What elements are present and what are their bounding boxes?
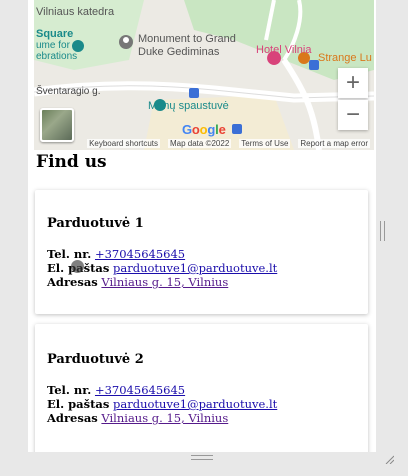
map-label-square-sub1: ume for	[36, 40, 70, 51]
google-logo: Google	[182, 122, 226, 137]
keyboard-shortcuts-link[interactable]: Keyboard shortcuts	[87, 138, 160, 148]
address-row: Adresas Vilniaus g. 15, Vilnius	[47, 411, 228, 425]
map-label-street: Šventaragio g.	[36, 86, 101, 97]
zoom-in-button[interactable]: +	[338, 68, 368, 98]
map-label-monument-1: Monument to Grand	[138, 33, 236, 45]
map-label-monument-2: Duke Gediminas	[138, 46, 220, 58]
store-card: Parduotuvė 2 Tel. nr. +37045645645 El. p…	[35, 324, 368, 452]
page-heading: Find us	[36, 152, 107, 172]
map-label-square: Square	[36, 28, 74, 40]
address-row: Adresas Vilniaus g. 15, Vilnius	[47, 275, 228, 289]
address-link[interactable]: Vilniaus g. 15, Vilnius	[101, 275, 228, 289]
vertical-resize-handle[interactable]	[380, 221, 385, 241]
address-label: Adresas	[47, 411, 98, 425]
resize-corner-icon[interactable]	[384, 454, 394, 464]
map-label-katedra: Vilniaus katedra	[36, 6, 115, 18]
store-title: Parduotuvė 1	[47, 216, 144, 231]
email-label: El. paštas	[47, 397, 110, 411]
map-label-spaustuve: Menų spaustuvė	[148, 100, 229, 112]
map-attribution-bar: Keyboard shortcuts Map data ©2022 Terms …	[34, 136, 374, 150]
email-row: El. paštas parduotuve1@parduotuve.lt	[47, 397, 277, 411]
zoom-out-button[interactable]: −	[338, 100, 368, 130]
phone-link[interactable]: +37045645645	[95, 383, 185, 397]
map-embed[interactable]: Vilniaus katedra Square ume for ebration…	[34, 0, 374, 150]
phone-label: Tel. nr.	[47, 383, 92, 397]
phone-link[interactable]: +37045645645	[95, 247, 185, 261]
map-label-strange: Strange Lu	[318, 52, 372, 64]
phone-label: Tel. nr.	[47, 247, 92, 261]
store-card: Parduotuvė 1 Tel. nr. +37045645645 El. p…	[35, 190, 368, 314]
phone-row: Tel. nr. +37045645645	[47, 247, 185, 261]
phone-row: Tel. nr. +37045645645	[47, 383, 185, 397]
address-label: Adresas	[47, 275, 98, 289]
content-frame: Vilniaus katedra Square ume for ebration…	[28, 0, 376, 452]
map-data-label: Map data ©2022	[168, 138, 232, 148]
email-link[interactable]: parduotuve1@parduotuve.lt	[113, 397, 277, 411]
horizontal-resize-handle[interactable]	[191, 455, 213, 460]
store-title: Parduotuvė 2	[47, 352, 144, 367]
report-map-error-link[interactable]: Report a map error	[298, 138, 370, 148]
email-link[interactable]: parduotuve1@parduotuve.lt	[113, 261, 277, 275]
mouse-cursor-indicator	[71, 260, 84, 273]
terms-of-use-link[interactable]: Terms of Use	[239, 138, 291, 148]
address-link[interactable]: Vilniaus g. 15, Vilnius	[101, 411, 228, 425]
map-label-hotel: Hotel Vilnia	[256, 44, 312, 56]
map-label-square-sub2: ebrations	[36, 51, 78, 62]
